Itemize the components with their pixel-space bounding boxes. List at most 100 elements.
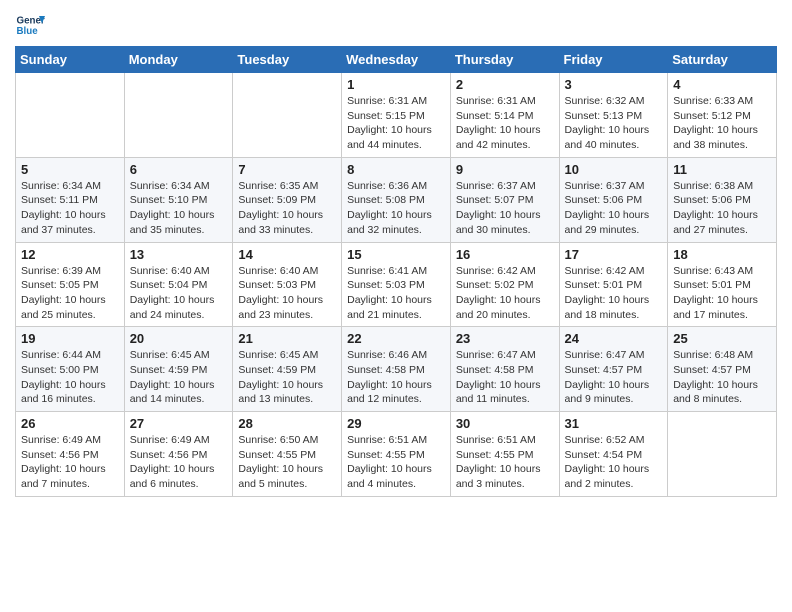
- calendar-cell: 25 Sunrise: 6:48 AM Sunset: 4:57 PM Dayli…: [668, 327, 777, 412]
- weekday-header-monday: Monday: [124, 47, 233, 73]
- calendar-week-3: 12 Sunrise: 6:39 AM Sunset: 5:05 PM Dayli…: [16, 242, 777, 327]
- day-number: 17: [565, 247, 663, 262]
- calendar-cell: 29 Sunrise: 6:51 AM Sunset: 4:55 PM Dayli…: [342, 412, 451, 497]
- day-info: Sunrise: 6:34 AM Sunset: 5:10 PM Dayligh…: [130, 179, 228, 238]
- weekday-header-tuesday: Tuesday: [233, 47, 342, 73]
- day-number: 18: [673, 247, 771, 262]
- calendar-body: 1 Sunrise: 6:31 AM Sunset: 5:15 PM Daylig…: [16, 73, 777, 497]
- day-info: Sunrise: 6:51 AM Sunset: 4:55 PM Dayligh…: [456, 433, 554, 492]
- day-number: 1: [347, 77, 445, 92]
- day-info: Sunrise: 6:32 AM Sunset: 5:13 PM Dayligh…: [565, 94, 663, 153]
- day-number: 4: [673, 77, 771, 92]
- calendar-cell: 18 Sunrise: 6:43 AM Sunset: 5:01 PM Dayli…: [668, 242, 777, 327]
- weekday-header-wednesday: Wednesday: [342, 47, 451, 73]
- day-number: 30: [456, 416, 554, 431]
- day-info: Sunrise: 6:42 AM Sunset: 5:01 PM Dayligh…: [565, 264, 663, 323]
- day-number: 11: [673, 162, 771, 177]
- day-number: 22: [347, 331, 445, 346]
- day-number: 25: [673, 331, 771, 346]
- day-number: 21: [238, 331, 336, 346]
- calendar-cell: 2 Sunrise: 6:31 AM Sunset: 5:14 PM Daylig…: [450, 73, 559, 158]
- calendar-cell: [233, 73, 342, 158]
- day-info: Sunrise: 6:33 AM Sunset: 5:12 PM Dayligh…: [673, 94, 771, 153]
- day-info: Sunrise: 6:51 AM Sunset: 4:55 PM Dayligh…: [347, 433, 445, 492]
- calendar-week-1: 1 Sunrise: 6:31 AM Sunset: 5:15 PM Daylig…: [16, 73, 777, 158]
- day-number: 29: [347, 416, 445, 431]
- day-number: 19: [21, 331, 119, 346]
- day-info: Sunrise: 6:31 AM Sunset: 5:15 PM Dayligh…: [347, 94, 445, 153]
- day-info: Sunrise: 6:46 AM Sunset: 4:58 PM Dayligh…: [347, 348, 445, 407]
- day-info: Sunrise: 6:45 AM Sunset: 4:59 PM Dayligh…: [238, 348, 336, 407]
- svg-text:Blue: Blue: [17, 26, 39, 37]
- day-info: Sunrise: 6:47 AM Sunset: 4:57 PM Dayligh…: [565, 348, 663, 407]
- calendar-header: SundayMondayTuesdayWednesdayThursdayFrid…: [16, 47, 777, 73]
- day-number: 2: [456, 77, 554, 92]
- day-info: Sunrise: 6:38 AM Sunset: 5:06 PM Dayligh…: [673, 179, 771, 238]
- weekday-header-friday: Friday: [559, 47, 668, 73]
- day-number: 10: [565, 162, 663, 177]
- calendar-cell: 1 Sunrise: 6:31 AM Sunset: 5:15 PM Daylig…: [342, 73, 451, 158]
- day-info: Sunrise: 6:45 AM Sunset: 4:59 PM Dayligh…: [130, 348, 228, 407]
- logo-icon: General Blue: [15, 10, 45, 40]
- calendar-cell: 13 Sunrise: 6:40 AM Sunset: 5:04 PM Dayli…: [124, 242, 233, 327]
- day-info: Sunrise: 6:49 AM Sunset: 4:56 PM Dayligh…: [21, 433, 119, 492]
- day-info: Sunrise: 6:52 AM Sunset: 4:54 PM Dayligh…: [565, 433, 663, 492]
- day-number: 8: [347, 162, 445, 177]
- day-info: Sunrise: 6:39 AM Sunset: 5:05 PM Dayligh…: [21, 264, 119, 323]
- calendar-cell: 10 Sunrise: 6:37 AM Sunset: 5:06 PM Dayli…: [559, 157, 668, 242]
- day-number: 26: [21, 416, 119, 431]
- day-info: Sunrise: 6:42 AM Sunset: 5:02 PM Dayligh…: [456, 264, 554, 323]
- calendar-cell: 21 Sunrise: 6:45 AM Sunset: 4:59 PM Dayli…: [233, 327, 342, 412]
- day-info: Sunrise: 6:44 AM Sunset: 5:00 PM Dayligh…: [21, 348, 119, 407]
- weekday-header-row: SundayMondayTuesdayWednesdayThursdayFrid…: [16, 47, 777, 73]
- calendar-cell: [124, 73, 233, 158]
- day-number: 27: [130, 416, 228, 431]
- day-info: Sunrise: 6:48 AM Sunset: 4:57 PM Dayligh…: [673, 348, 771, 407]
- day-info: Sunrise: 6:49 AM Sunset: 4:56 PM Dayligh…: [130, 433, 228, 492]
- calendar-week-4: 19 Sunrise: 6:44 AM Sunset: 5:00 PM Dayli…: [16, 327, 777, 412]
- day-info: Sunrise: 6:40 AM Sunset: 5:03 PM Dayligh…: [238, 264, 336, 323]
- calendar-cell: 22 Sunrise: 6:46 AM Sunset: 4:58 PM Dayli…: [342, 327, 451, 412]
- calendar-cell: 26 Sunrise: 6:49 AM Sunset: 4:56 PM Dayli…: [16, 412, 125, 497]
- day-info: Sunrise: 6:47 AM Sunset: 4:58 PM Dayligh…: [456, 348, 554, 407]
- calendar-cell: 11 Sunrise: 6:38 AM Sunset: 5:06 PM Dayli…: [668, 157, 777, 242]
- calendar-cell: 19 Sunrise: 6:44 AM Sunset: 5:00 PM Dayli…: [16, 327, 125, 412]
- day-number: 9: [456, 162, 554, 177]
- day-number: 12: [21, 247, 119, 262]
- day-number: 5: [21, 162, 119, 177]
- day-number: 15: [347, 247, 445, 262]
- calendar-cell: [668, 412, 777, 497]
- calendar-cell: 12 Sunrise: 6:39 AM Sunset: 5:05 PM Dayli…: [16, 242, 125, 327]
- day-info: Sunrise: 6:37 AM Sunset: 5:06 PM Dayligh…: [565, 179, 663, 238]
- weekday-header-thursday: Thursday: [450, 47, 559, 73]
- calendar-cell: 31Sunrise: 6:52 AM Sunset: 4:54 PM Dayli…: [559, 412, 668, 497]
- calendar-table: SundayMondayTuesdayWednesdayThursdayFrid…: [15, 46, 777, 497]
- day-info: Sunrise: 6:31 AM Sunset: 5:14 PM Dayligh…: [456, 94, 554, 153]
- day-number: 20: [130, 331, 228, 346]
- calendar-cell: 28Sunrise: 6:50 AM Sunset: 4:55 PM Dayli…: [233, 412, 342, 497]
- calendar-cell: 16Sunrise: 6:42 AM Sunset: 5:02 PM Dayli…: [450, 242, 559, 327]
- day-number: 7: [238, 162, 336, 177]
- calendar-cell: 14Sunrise: 6:40 AM Sunset: 5:03 PM Dayli…: [233, 242, 342, 327]
- day-info: Sunrise: 6:43 AM Sunset: 5:01 PM Dayligh…: [673, 264, 771, 323]
- day-number: 3: [565, 77, 663, 92]
- calendar-week-5: 26 Sunrise: 6:49 AM Sunset: 4:56 PM Dayli…: [16, 412, 777, 497]
- calendar-cell: 8 Sunrise: 6:36 AM Sunset: 5:08 PM Daylig…: [342, 157, 451, 242]
- calendar-cell: 3 Sunrise: 6:32 AM Sunset: 5:13 PM Daylig…: [559, 73, 668, 158]
- calendar-cell: 15Sunrise: 6:41 AM Sunset: 5:03 PM Dayli…: [342, 242, 451, 327]
- day-info: Sunrise: 6:36 AM Sunset: 5:08 PM Dayligh…: [347, 179, 445, 238]
- day-info: Sunrise: 6:40 AM Sunset: 5:04 PM Dayligh…: [130, 264, 228, 323]
- calendar-cell: [16, 73, 125, 158]
- calendar-cell: 5Sunrise: 6:34 AM Sunset: 5:11 PM Daylig…: [16, 157, 125, 242]
- calendar-cell: 23 Sunrise: 6:47 AM Sunset: 4:58 PM Dayli…: [450, 327, 559, 412]
- day-number: 13: [130, 247, 228, 262]
- day-number: 23: [456, 331, 554, 346]
- day-number: 28: [238, 416, 336, 431]
- day-info: Sunrise: 6:35 AM Sunset: 5:09 PM Dayligh…: [238, 179, 336, 238]
- calendar-cell: 24 Sunrise: 6:47 AM Sunset: 4:57 PM Dayli…: [559, 327, 668, 412]
- calendar-cell: 7 Sunrise: 6:35 AM Sunset: 5:09 PM Daylig…: [233, 157, 342, 242]
- weekday-header-saturday: Saturday: [668, 47, 777, 73]
- calendar-cell: 27 Sunrise: 6:49 AM Sunset: 4:56 PM Dayli…: [124, 412, 233, 497]
- weekday-header-sunday: Sunday: [16, 47, 125, 73]
- day-number: 24: [565, 331, 663, 346]
